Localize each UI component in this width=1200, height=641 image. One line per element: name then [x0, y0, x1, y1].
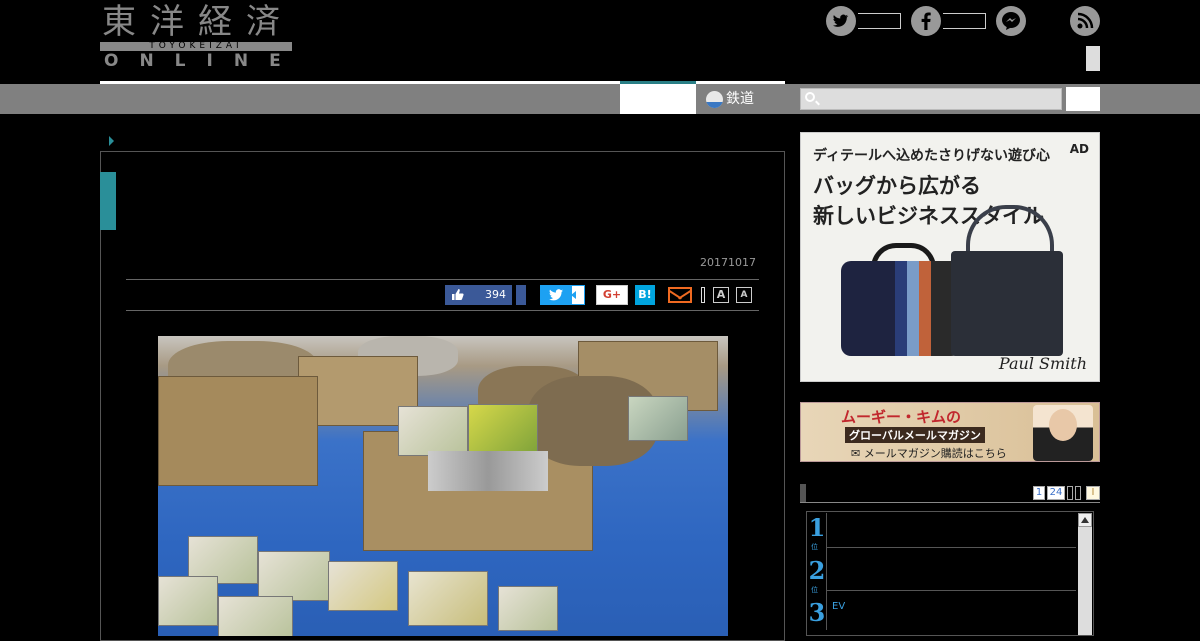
- logo-online[interactable]: ONLINE: [104, 51, 296, 71]
- twitter-share-count: [571, 285, 585, 305]
- ranking-tab[interactable]: I: [1086, 486, 1100, 500]
- mail-banner-title: ムーギー・キムの: [841, 408, 962, 426]
- nav-tab-active[interactable]: [620, 84, 696, 114]
- train-icon: [706, 90, 723, 108]
- nav-tab-railway[interactable]: 鉄道: [706, 84, 790, 114]
- print-button[interactable]: [701, 287, 705, 303]
- ranking-tab[interactable]: [1075, 486, 1081, 500]
- facebook-count: [943, 13, 986, 29]
- mail-banner-subtitle: グローバルメールマガジン: [845, 427, 985, 443]
- rank-number: 2: [808, 556, 826, 585]
- ranking-tab-24h[interactable]: 24: [1047, 486, 1065, 500]
- google-plus-button[interactable]: G+: [596, 285, 628, 305]
- ranking-column-divider: [826, 513, 827, 630]
- ad-label: AD: [1069, 142, 1089, 156]
- thumbs-up-icon: [452, 289, 464, 300]
- ad-headline-line-1: バッグから広がる: [813, 174, 981, 198]
- rank-unit: 位: [811, 586, 818, 594]
- rank-unit: 位: [811, 543, 818, 551]
- nav-tab-railway-label: 鉄道: [726, 91, 754, 107]
- like-count: 394: [485, 288, 506, 301]
- search-button[interactable]: [1066, 87, 1100, 111]
- twitter-icon[interactable]: [826, 6, 856, 36]
- login-button[interactable]: [1086, 46, 1100, 71]
- rss-icon[interactable]: [1070, 6, 1100, 36]
- divider: [126, 279, 759, 280]
- messenger-icon[interactable]: [996, 6, 1026, 36]
- font-size-large-button[interactable]: A: [713, 287, 729, 303]
- ad-brand-logo: Paul Smith: [998, 354, 1087, 373]
- ranking-tab-1h[interactable]: 1: [1033, 486, 1045, 500]
- mail-banner-cta: ✉ メールマガジン購読はこちら: [851, 447, 1007, 460]
- article-date: 20171017: [700, 256, 756, 269]
- article-title-accent: [100, 172, 116, 230]
- mail-share-icon[interactable]: [668, 287, 692, 303]
- ranking-list: [806, 511, 1094, 636]
- twitter-count: [858, 13, 901, 29]
- twitter-bird-icon: [548, 289, 563, 301]
- sidebar-ad[interactable]: ディテールへ込めたさりげない遊び心 AD バッグから広がる 新しいビジネススタイ…: [800, 132, 1100, 382]
- ranking-item-2[interactable]: 2 位: [808, 556, 826, 595]
- ranking-tab[interactable]: [1067, 486, 1073, 500]
- logo-kanji[interactable]: 東洋経済: [102, 2, 294, 42]
- article-photo: [158, 336, 728, 636]
- divider: [126, 310, 759, 311]
- ranking-item-title[interactable]: EV: [832, 601, 845, 612]
- rank-number: 3: [808, 598, 826, 627]
- font-size-small-button[interactable]: A: [736, 287, 752, 303]
- facebook-icon[interactable]: [911, 6, 941, 36]
- breadcrumb-arrow-icon: [109, 136, 114, 146]
- facebook-like-button[interactable]: 394: [445, 285, 512, 305]
- search-icon: [805, 92, 815, 102]
- bag-image: [841, 261, 961, 356]
- search-input[interactable]: [800, 88, 1062, 110]
- mail-magazine-banner[interactable]: ムーギー・キムの グローバルメールマガジン ✉ メールマガジン購読はこちら: [800, 402, 1100, 462]
- scroll-up-icon[interactable]: [1078, 513, 1092, 527]
- hatena-bookmark-button[interactable]: B!: [635, 285, 655, 305]
- ranking-item-3[interactable]: 3: [808, 598, 826, 627]
- facebook-share-button[interactable]: [516, 285, 526, 305]
- divider: [826, 547, 1076, 548]
- divider: [826, 590, 1076, 591]
- ad-tagline: ディテールへ込めたさりげない遊び心: [813, 148, 1051, 164]
- ranking-item-1[interactable]: 1 位: [808, 513, 826, 552]
- ranking-scrollbar[interactable]: [1078, 513, 1092, 635]
- ranking-header-accent: [800, 484, 806, 502]
- twitter-share-button[interactable]: [540, 285, 571, 305]
- bag-image: [951, 251, 1063, 356]
- rank-number: 1: [808, 513, 826, 542]
- author-face: [1049, 409, 1077, 441]
